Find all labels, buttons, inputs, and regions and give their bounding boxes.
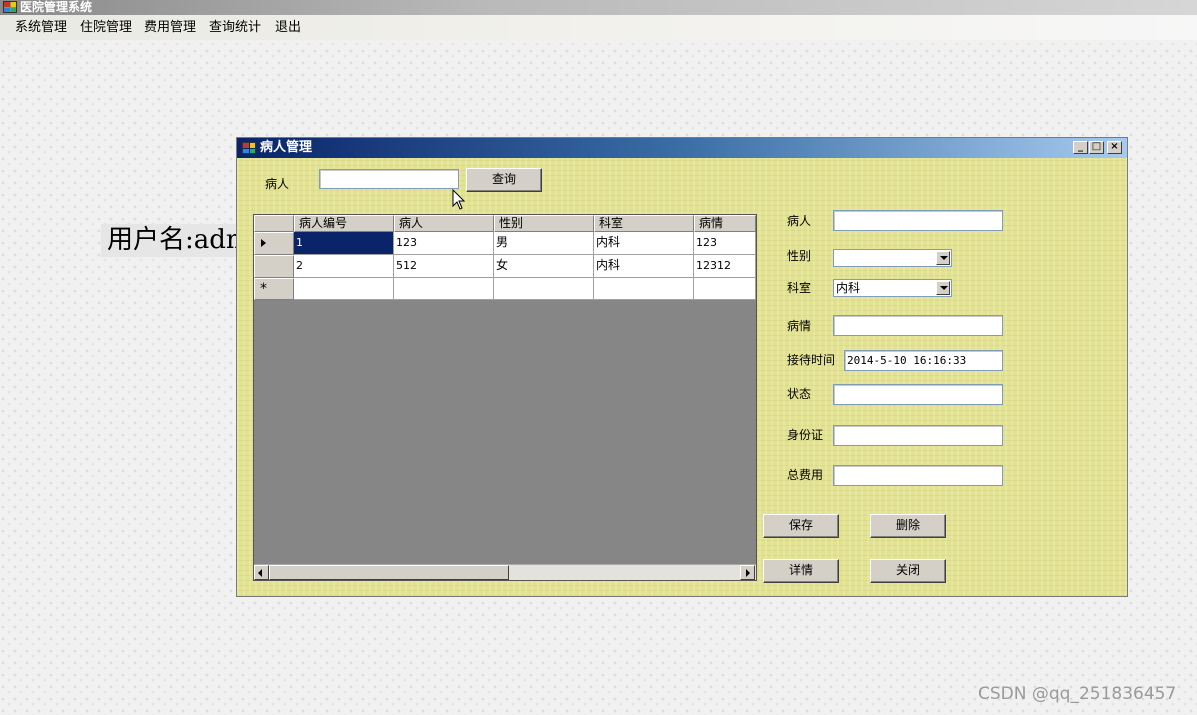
close-icon: × bbox=[1110, 141, 1119, 152]
minimize-button[interactable]: _ bbox=[1073, 141, 1088, 154]
menu-inpatient[interactable]: 住院管理 bbox=[80, 20, 132, 36]
search-input[interactable] bbox=[319, 169, 459, 189]
close-button[interactable]: 关闭 bbox=[870, 559, 946, 583]
department-select-value: 内科 bbox=[836, 281, 861, 295]
row-header[interactable]: * bbox=[254, 278, 294, 300]
gender-select[interactable] bbox=[833, 249, 952, 267]
maximize-icon: □ bbox=[1091, 141, 1102, 152]
menu-query-stats[interactable]: 查询统计 bbox=[209, 20, 261, 36]
app-title: 医院管理系统 bbox=[20, 0, 93, 14]
scroll-left-button[interactable] bbox=[254, 565, 269, 580]
status-label: 状态 bbox=[787, 387, 812, 401]
current-row-pointer-icon bbox=[261, 239, 266, 247]
reception-time-label: 接待时间 bbox=[787, 353, 836, 367]
scroll-right-button[interactable] bbox=[740, 565, 755, 580]
row-header[interactable] bbox=[254, 232, 294, 255]
table-cell[interactable] bbox=[394, 278, 494, 300]
table-cell[interactable]: 123 bbox=[394, 232, 494, 255]
dialog-title: 病人管理 bbox=[260, 140, 313, 155]
total-fee-label: 总费用 bbox=[787, 468, 824, 482]
row-header[interactable] bbox=[254, 255, 294, 278]
table-cell[interactable]: 1 bbox=[294, 232, 394, 255]
username-label: 用户名:admin bbox=[101, 224, 237, 257]
patient-input[interactable] bbox=[833, 210, 1003, 231]
total-fee-input[interactable] bbox=[833, 465, 1003, 486]
app-icon bbox=[3, 1, 17, 13]
department-select[interactable]: 内科 bbox=[833, 279, 952, 297]
patient-label: 病人 bbox=[787, 214, 812, 228]
chevron-down-icon[interactable] bbox=[936, 251, 950, 265]
menubar: 系统管理 住院管理 费用管理 查询统计 退出 bbox=[0, 15, 1197, 40]
column-header-condition[interactable]: 病情 bbox=[694, 215, 756, 232]
arrow-left-icon bbox=[258, 569, 262, 577]
department-label: 科室 bbox=[787, 281, 812, 295]
app-titlebar: 医院管理系统 bbox=[0, 0, 1197, 15]
patient-management-window: 病人管理 _ □ × 病人 查询 病人编号 病人 性别 科室 病情 1 123 … bbox=[236, 137, 1128, 597]
table-cell[interactable]: 512 bbox=[394, 255, 494, 278]
column-header-patient[interactable]: 病人 bbox=[394, 215, 494, 232]
table-cell[interactable]: 2 bbox=[294, 255, 394, 278]
mouse-cursor-icon bbox=[452, 189, 466, 210]
dialog-titlebar[interactable]: 病人管理 _ □ × bbox=[237, 138, 1127, 158]
table-cell[interactable] bbox=[694, 278, 756, 300]
column-header-gender[interactable]: 性别 bbox=[494, 215, 594, 232]
new-row-icon: * bbox=[260, 281, 267, 297]
details-button[interactable]: 详情 bbox=[763, 559, 839, 583]
column-header-id[interactable]: 病人编号 bbox=[294, 215, 394, 232]
close-window-button[interactable]: × bbox=[1107, 141, 1122, 154]
column-header-dept[interactable]: 科室 bbox=[594, 215, 694, 232]
arrow-right-icon bbox=[746, 569, 750, 577]
menu-exit[interactable]: 退出 bbox=[275, 20, 301, 36]
search-patient-label: 病人 bbox=[265, 177, 290, 191]
scrollbar-thumb[interactable] bbox=[269, 565, 509, 580]
id-card-label: 身份证 bbox=[787, 428, 824, 442]
table-cell[interactable]: 123 bbox=[694, 232, 756, 255]
table-cell[interactable]: 男 bbox=[494, 232, 594, 255]
gender-label: 性别 bbox=[787, 249, 812, 263]
minimize-icon: _ bbox=[1078, 141, 1083, 152]
patient-grid[interactable]: 病人编号 病人 性别 科室 病情 1 123 男 内科 123 2 512 女 … bbox=[253, 214, 757, 581]
menu-fees[interactable]: 费用管理 bbox=[144, 20, 196, 36]
menu-system[interactable]: 系统管理 bbox=[15, 20, 67, 36]
table-cell[interactable]: 内科 bbox=[594, 255, 694, 278]
table-cell[interactable]: 女 bbox=[494, 255, 594, 278]
table-cell[interactable] bbox=[294, 278, 394, 300]
search-button[interactable]: 查询 bbox=[466, 168, 542, 192]
grid-corner bbox=[254, 215, 294, 232]
maximize-button[interactable]: □ bbox=[1089, 141, 1104, 154]
save-button[interactable]: 保存 bbox=[763, 514, 839, 538]
table-cell[interactable]: 内科 bbox=[594, 232, 694, 255]
grid-header: 病人编号 病人 性别 科室 病情 bbox=[254, 215, 756, 232]
horizontal-scrollbar[interactable] bbox=[254, 564, 756, 580]
table-cell[interactable]: 12312 bbox=[694, 255, 756, 278]
chevron-down-icon[interactable] bbox=[936, 281, 950, 295]
table-cell[interactable] bbox=[494, 278, 594, 300]
status-input[interactable] bbox=[833, 384, 1003, 405]
condition-label: 病情 bbox=[787, 319, 812, 333]
reception-time-input[interactable] bbox=[844, 350, 1003, 371]
dialog-icon bbox=[242, 142, 256, 154]
condition-input[interactable] bbox=[833, 315, 1003, 336]
watermark: CSDN @qq_251836457 bbox=[978, 684, 1177, 704]
table-cell[interactable] bbox=[594, 278, 694, 300]
id-card-input[interactable] bbox=[833, 425, 1003, 446]
delete-button[interactable]: 删除 bbox=[870, 514, 946, 538]
